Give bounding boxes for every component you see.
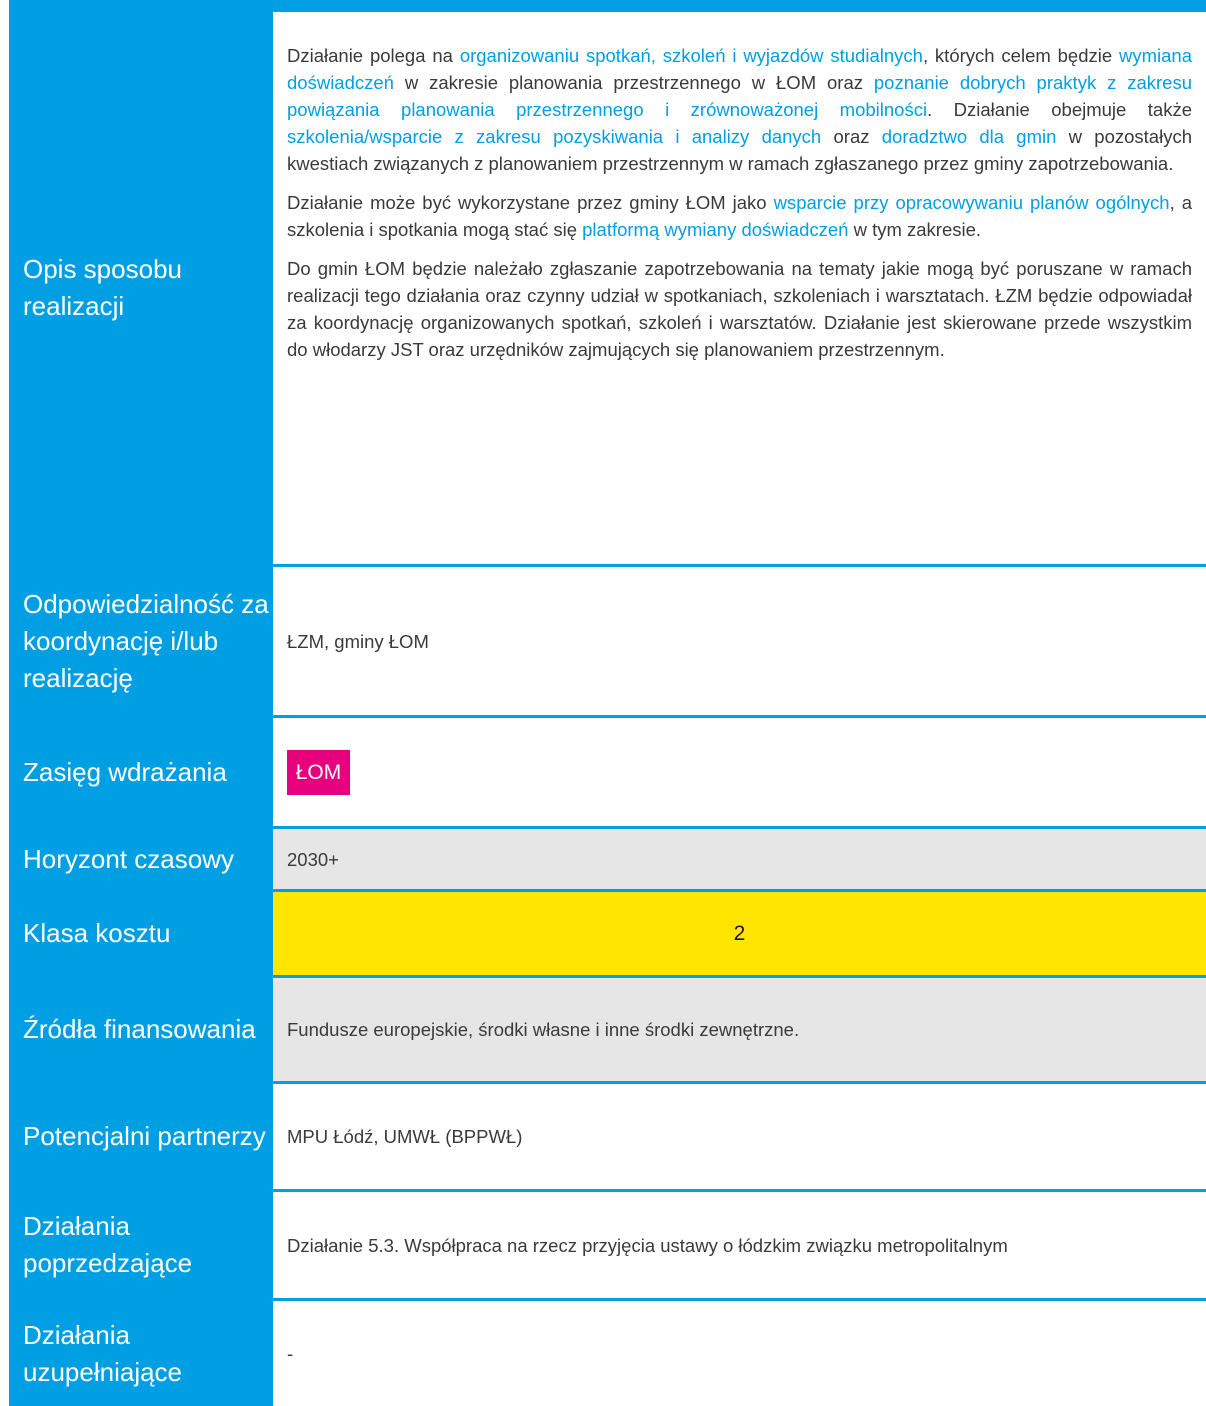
- row-zasieg: Zasięg wdrażania ŁOM: [9, 718, 1206, 826]
- row-label-horyzont: Horyzont czasowy: [23, 843, 234, 874]
- row-value-opis: Działanie polega na organizowaniu spotka…: [273, 12, 1206, 564]
- row-label-klasa: Klasa kosztu: [23, 918, 171, 948]
- desc-paragraph-3: Do gmin ŁOM będzie należało zgłaszanie z…: [287, 258, 1192, 360]
- row-klasa: Klasa kosztu 2: [9, 892, 1206, 975]
- highlight-text: organizowaniu spotkań, szkoleń i wyjazdó…: [459, 45, 923, 66]
- scope-badge: ŁOM: [287, 749, 350, 795]
- highlight-text: szkolenia/wsparcie z zakresu pozyskiwani…: [287, 126, 822, 147]
- row-horyzont: Horyzont czasowy 2030+: [9, 829, 1206, 889]
- row-uzupelniajace: Działania uzupełniające -: [9, 1301, 1206, 1406]
- highlight-text: doradztwo dla gmin: [881, 126, 1057, 147]
- text-run: w zakresie planowania przestrzennego w Ł…: [393, 72, 874, 93]
- text-run: w tym zakresie.: [848, 219, 982, 240]
- text-run: Działanie polega na: [287, 45, 460, 66]
- row-value-odpowiedzialnosc: ŁZM, gminy ŁOM: [287, 630, 429, 652]
- row-value-poprzedzajace: Działanie 5.3. Współpraca na rzecz przyj…: [287, 1234, 1008, 1256]
- row-value-zasieg: ŁOM: [273, 718, 1206, 826]
- text-run: Działanie może być wykorzystane przez gm…: [287, 192, 774, 213]
- row-poprzedzajace: Działania poprzedzające Działanie 5.3. W…: [9, 1192, 1206, 1298]
- row-value-uzupelniajace: -: [287, 1343, 294, 1364]
- row-label-uzupelniajace: Działania uzupełniające: [23, 1319, 183, 1387]
- highlight-text: wsparcie przy opracowywaniu planów ogóln…: [773, 192, 1170, 213]
- text-run: oraz: [821, 126, 882, 147]
- highlight-text: platformą wymiany doświadczeń: [582, 219, 849, 240]
- row-value-zrodla: Fundusze europejskie, środki własne i in…: [273, 978, 1206, 1081]
- row-opis: Opis sposobu realizacji Działanie polega…: [9, 12, 1206, 564]
- row-odpowiedzialnosc: Odpowiedzialność za koordynację i/lub re…: [9, 567, 1206, 715]
- row-partnerzy: Potencjalni partnerzy MPU Łódź, UMWŁ (BP…: [9, 1084, 1206, 1189]
- desc-paragraph-2: Działanie może być wykorzystane przez gm…: [287, 189, 1192, 243]
- row-value-horyzont: 2030+: [273, 829, 1206, 889]
- text-run: , których celem będzie: [922, 45, 1119, 66]
- row-zrodla: Źródła finansowania Fundusze europejskie…: [9, 978, 1206, 1081]
- row-label-opis: Opis sposobu realizacji: [23, 254, 182, 321]
- action-card-table: Opis sposobu realizacji Działanie polega…: [0, 0, 1206, 1406]
- row-label-poprzedzajace: Działania poprzedzające: [23, 1211, 193, 1278]
- row-label-zasieg: Zasięg wdrażania: [23, 756, 227, 787]
- row-label-partnerzy: Potencjalni partnerzy: [23, 1121, 266, 1151]
- desc-paragraph-1: Działanie polega na organizowaniu spotka…: [287, 42, 1192, 177]
- row-value-partnerzy: MPU Łódź, UMWŁ (BPPWŁ): [287, 1126, 523, 1147]
- row-value-klasa: 2: [273, 892, 1206, 975]
- row-label-odpowiedzialnosc: Odpowiedzialność za koordynację i/lub re…: [23, 588, 269, 693]
- top-border: [9, 0, 1206, 12]
- text-run: . Działanie obejmuje także: [927, 99, 1193, 120]
- row-label-zrodla: Źródła finansowania: [23, 1014, 256, 1044]
